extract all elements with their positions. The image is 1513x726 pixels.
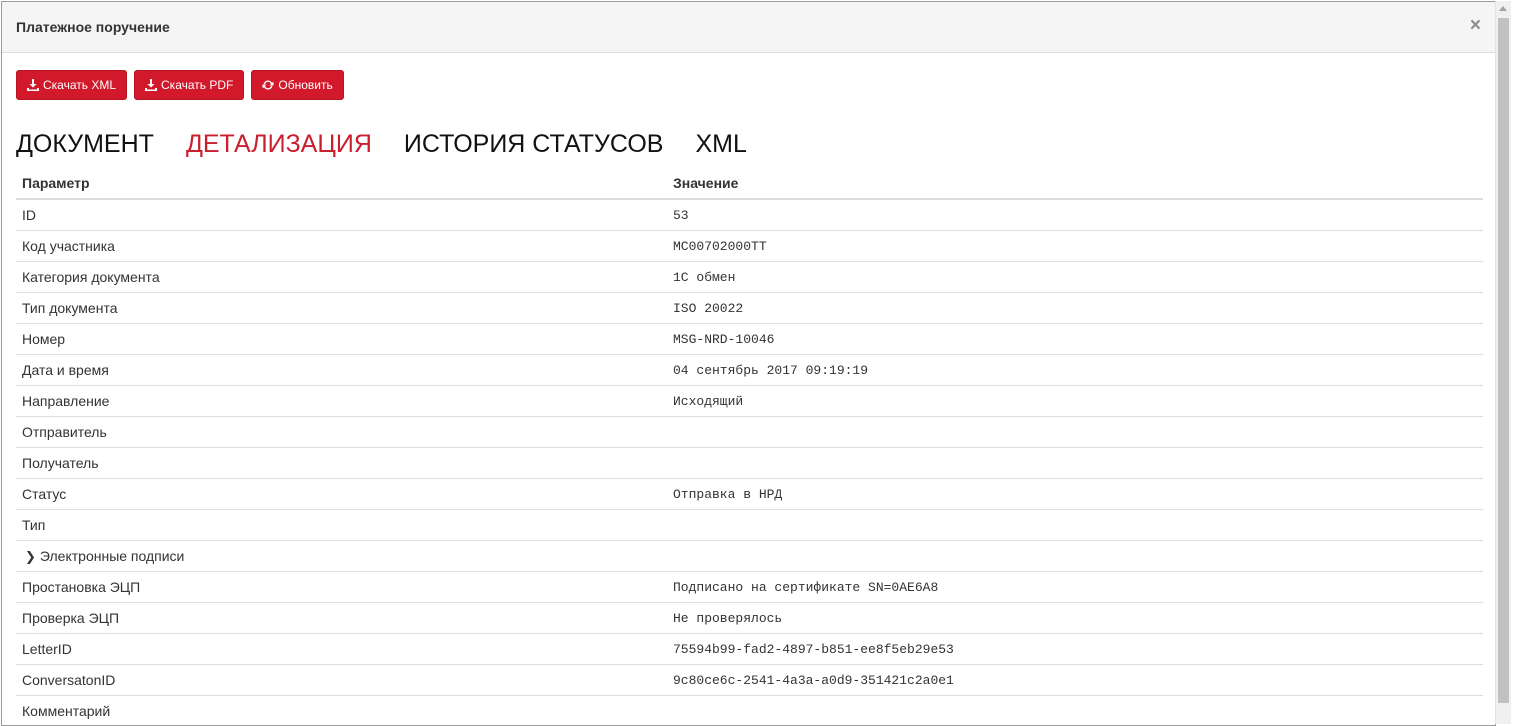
download-icon [145,79,158,91]
table-row: Тип документа ISO 20022 [16,293,1483,324]
param-label: Тип [22,517,46,533]
vertical-scrollbar[interactable] [1495,1,1511,724]
scroll-up-icon[interactable] [1499,6,1507,11]
table-row: Получатель [16,448,1483,479]
param-label: Электронные подписи [39,547,185,564]
refresh-button[interactable]: Обновить [251,70,344,100]
param-label: Направление [22,393,110,409]
value-cell: 75594b99-fad2-4897-b851-ee8f5eb29e53 [673,641,954,657]
table-row: LetterID 75594b99-fad2-4897-b851-ee8f5eb2… [16,634,1483,665]
value-cell: MC00702000TT [673,238,767,254]
param-cell: Тип документа [16,300,673,316]
value-cell: 53 [673,207,689,223]
tab-details[interactable]: ДЕТАЛИЗАЦИЯ [186,130,372,159]
download-icon [27,79,39,91]
param-label: Тип документа [22,300,118,316]
table-row: Статус Отправка в НРД [16,479,1483,510]
modal-title: Платежное поручение [16,19,170,35]
header-value: Значение [673,174,739,191]
table-row: Категория документа 1C обмен [16,262,1483,293]
table-row: Тип [16,510,1483,541]
param-cell: Код участника [16,238,673,254]
param-cell: Комментарий [16,703,673,719]
param-label: Комментарий [22,703,111,719]
table-row: Код участника MC00702000TT [16,231,1483,262]
table-row: ConversatonID 9c80ce6c-2541-4a3a-a0d9-351… [16,665,1483,696]
param-cell: Статус [16,486,673,502]
download-pdf-label: Скачать PDF [161,78,234,92]
table-row: Дата и время 04 сентябрь 2017 09:19:19 [16,355,1483,386]
details-table: Параметр Значение ID 53 Код участника MC007… [16,167,1483,725]
value-cell: ISO 20022 [673,300,744,316]
value-cell: 04 сентябрь 2017 09:19:19 [673,362,869,378]
value-cell: 9c80ce6c-2541-4a3a-a0d9-351421c2a0e1 [673,672,954,688]
param-cell: LetterID [16,641,673,657]
param-label: LetterID [22,641,72,657]
modal-header: Платежное поручение × [2,2,1495,53]
value-cell: Отправка в НРД [673,486,783,502]
param-cell: Отправитель [16,424,673,440]
header-param: Параметр [22,174,90,191]
param-label: Проверка ЭЦП [22,610,120,626]
table-header: Параметр Значение [16,167,1483,200]
download-pdf-button[interactable]: Скачать PDF [134,70,245,100]
param-cell: Направление [16,393,673,409]
refresh-icon [262,80,274,90]
table-row: Отправитель [16,417,1483,448]
payment-order-modal: Платежное поручение × Скачать XML Скачат… [1,1,1496,726]
table-row: Проверка ЭЦП Не проверялось [16,603,1483,634]
param-cell: ❯ Электронные подписи [16,548,673,565]
tab-document[interactable]: ДОКУМЕНТ [16,130,154,159]
param-cell: Простановка ЭЦП [16,579,673,595]
refresh-label: Обновить [278,78,333,92]
param-label: Статус [22,486,67,502]
tabs: ДОКУМЕНТ ДЕТАЛИЗАЦИЯ ИСТОРИЯ СТАТУСОВ XM… [16,130,747,159]
param-cell: Дата и время [16,362,673,378]
param-cell: Получатель [16,455,673,471]
param-label: Простановка ЭЦП [22,579,141,595]
chevron-right-icon[interactable]: ❯ [25,549,36,565]
param-cell: ID [16,207,673,223]
toolbar: Скачать XML Скачать PDF Обновить [16,70,344,100]
param-label: ConversatonID [22,672,116,688]
param-cell: Категория документа [16,269,673,285]
param-label: Получатель [22,455,99,471]
table-row: Комментарий [16,696,1483,725]
param-label: Отправитель [22,424,107,440]
value-cell: Исходящий [673,393,744,409]
param-label: Дата и время [22,362,109,378]
tab-status-history[interactable]: ИСТОРИЯ СТАТУСОВ [404,130,664,159]
value-cell: Не проверялось [673,610,783,626]
param-cell: Проверка ЭЦП [16,610,673,626]
param-cell: Тип [16,517,673,533]
table-row: Направление Исходящий [16,386,1483,417]
param-label: Категория документа [22,269,160,285]
value-cell: Подписано на сертификате SN=0AE6A8 [673,579,939,595]
table-row: Номер MSG-NRD-10046 [16,324,1483,355]
download-xml-label: Скачать XML [43,78,117,92]
close-icon[interactable]: × [1470,16,1481,36]
param-cell: Номер [16,331,673,347]
table-row: Простановка ЭЦП Подписано на сертификате … [16,572,1483,603]
param-cell: ConversatonID [16,672,673,688]
scroll-thumb[interactable] [1498,18,1509,703]
table-row: ID 53 [16,200,1483,231]
value-cell: MSG-NRD-10046 [673,331,775,347]
expandable-row[interactable]: ❯ Электронные подписи [16,541,1483,572]
param-label: Код участника [22,238,115,254]
param-label: Номер [22,331,66,347]
download-xml-button[interactable]: Скачать XML [16,70,128,100]
param-label: ID [22,207,36,223]
tab-xml[interactable]: XML [695,130,746,159]
value-cell: 1C обмен [673,269,736,285]
